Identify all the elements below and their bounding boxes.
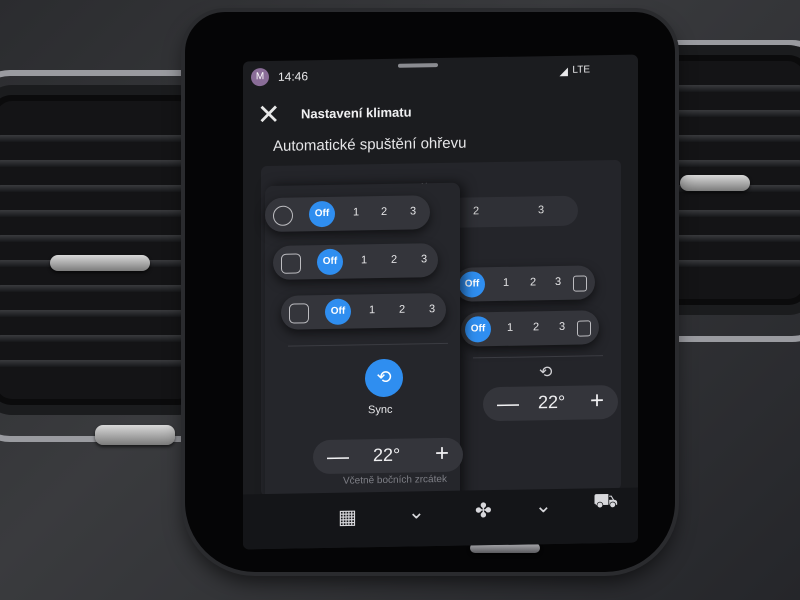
- right-seat-heat-level-2[interactable]: 2: [530, 276, 536, 288]
- background-level-2[interactable]: 2: [473, 205, 479, 217]
- left-temp-plus[interactable]: +: [435, 440, 449, 468]
- right-temperature-control[interactable]: — 22° +: [483, 384, 618, 422]
- grid-icon[interactable]: ▦: [338, 504, 357, 529]
- page-title: Nastavení klimatu: [301, 104, 412, 122]
- left-seat-heat-level-2[interactable]: 2: [391, 254, 397, 266]
- right-seat-vent-off[interactable]: Off: [465, 316, 491, 343]
- steering-heat-selector[interactable]: Off 1 2 3: [265, 195, 430, 233]
- chevron-down-icon[interactable]: ⌄: [408, 499, 425, 524]
- right-seat-vent-level-1[interactable]: 1: [507, 322, 513, 334]
- status-bar: M 14:46 ◢ LTE: [243, 55, 638, 92]
- right-sync-icon[interactable]: ⟲: [539, 362, 552, 382]
- seat-heat-icon: [281, 253, 301, 274]
- left-seat-vent-selector[interactable]: Off 1 2 3: [281, 292, 446, 330]
- seat-vent-icon: [577, 320, 591, 337]
- section-title: Automatické spuštění ohřevu: [273, 134, 467, 155]
- steering-heat-level-3[interactable]: 3: [410, 205, 416, 217]
- steering-heat-level-2[interactable]: 2: [381, 206, 387, 218]
- left-seat-vent-level-1[interactable]: 1: [369, 304, 375, 316]
- fan-icon[interactable]: ✤: [475, 498, 492, 523]
- left-seat-vent-level-3[interactable]: 3: [429, 303, 435, 315]
- sync-label: Sync: [368, 403, 393, 417]
- right-vent-knob: [680, 175, 750, 191]
- signal-icon: ◢: [559, 65, 568, 78]
- network-type: LTE: [572, 64, 590, 76]
- top-pull-handle[interactable]: [398, 63, 438, 68]
- seat-vent-icon: [289, 303, 309, 324]
- right-temp-plus[interactable]: +: [590, 387, 604, 415]
- left-seat-vent-level-2[interactable]: 2: [399, 304, 405, 316]
- left-vent-knob: [50, 255, 150, 271]
- left-seat-heat-level-3[interactable]: 3: [421, 253, 427, 265]
- mirror-heat-label: Včetně bočních zrcátek: [343, 473, 447, 487]
- left-air-vent: [0, 95, 200, 405]
- right-seat-heat-level-3[interactable]: 3: [555, 276, 561, 288]
- right-seat-vent-level-3[interactable]: 3: [559, 321, 565, 333]
- left-temperature: 22°: [373, 444, 401, 466]
- profile-avatar[interactable]: M: [251, 67, 269, 87]
- right-seat-heat-off[interactable]: Off: [459, 271, 485, 298]
- right-temp-minus[interactable]: —: [497, 391, 519, 417]
- chevron-down-icon[interactable]: ⌄: [535, 493, 552, 518]
- infotainment-screen: M 14:46 ◢ LTE ✕ Nastavení klimatu Automa…: [243, 54, 638, 550]
- clock: 14:46: [278, 69, 309, 84]
- car-icon[interactable]: ⛟: [593, 490, 618, 515]
- right-seat-vent-level-2[interactable]: 2: [533, 321, 539, 333]
- steering-heat-level-1[interactable]: 1: [353, 206, 359, 218]
- left-seat-heat-selector[interactable]: Off 1 2 3: [273, 243, 438, 280]
- background-level-3[interactable]: 3: [538, 204, 544, 216]
- left-temp-minus[interactable]: —: [327, 444, 349, 470]
- steering-heat-off[interactable]: Off: [309, 200, 335, 228]
- seat-heat-icon: [573, 275, 587, 292]
- steering-wheel-icon: [273, 205, 293, 226]
- bottom-climate-bar: ▦ ⌄ ✤ ⌄ ⛟: [243, 487, 638, 550]
- left-seat-vent-off[interactable]: Off: [325, 298, 351, 326]
- sync-icon: ⟲: [376, 366, 392, 388]
- left-seat-heat-off[interactable]: Off: [317, 248, 343, 276]
- right-temperature: 22°: [538, 391, 566, 413]
- right-seat-vent-selector[interactable]: Off 1 2 3: [461, 310, 599, 347]
- left-temperature-control[interactable]: — 22° +: [313, 437, 463, 475]
- left-seat-heat-level-1[interactable]: 1: [361, 254, 367, 266]
- left-lower-knob: [95, 425, 175, 445]
- right-seat-heat-level-1[interactable]: 1: [503, 277, 509, 289]
- close-icon[interactable]: ✕: [257, 99, 280, 130]
- right-seat-heat-selector[interactable]: Off 1 2 3: [455, 265, 595, 302]
